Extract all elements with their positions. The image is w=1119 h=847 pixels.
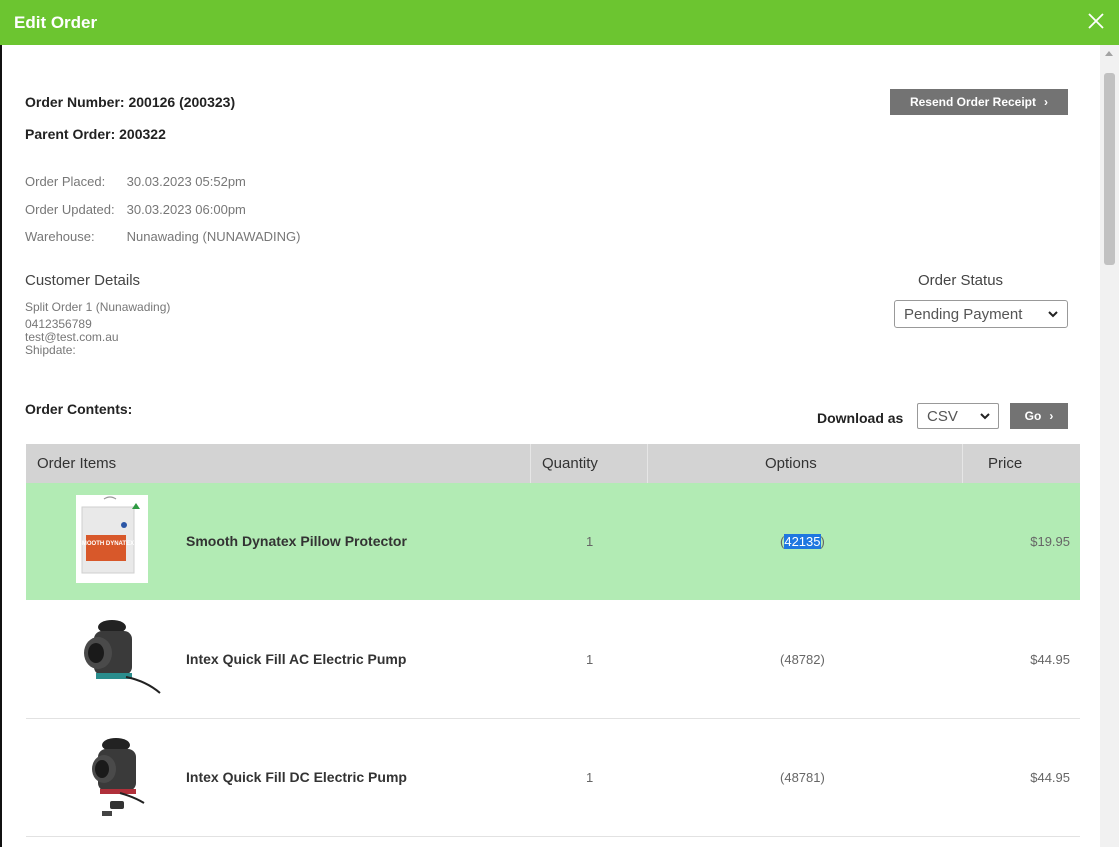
col-divider xyxy=(962,444,963,483)
resend-receipt-button[interactable]: Resend Order Receipt › xyxy=(890,89,1068,115)
product-options: (48782) xyxy=(780,601,825,718)
option-close: ) xyxy=(820,770,825,785)
order-placed-label: Order Placed: xyxy=(25,174,106,189)
customer-shipdate: Shipdate: xyxy=(25,343,76,357)
option-code: 48781 xyxy=(784,770,821,785)
modal-body: Order Number: 200126 (200323) Parent Ord… xyxy=(0,45,1100,847)
product-name: Smooth Dynatex Pillow Protector xyxy=(186,533,407,549)
chevron-right-icon: › xyxy=(1044,95,1049,109)
order-status-title: Order Status xyxy=(918,272,1004,289)
order-contents-title: Order Contents: xyxy=(25,401,133,417)
col-options: Options xyxy=(765,455,817,472)
product-options: (42135) xyxy=(780,483,825,600)
customer-email: test@test.com.au xyxy=(25,330,119,344)
table-row[interactable]: Intex Quick Fill AC Electric Pump 1 (487… xyxy=(26,601,1080,719)
order-placed-row: Order Placed: 30.03.2023 05:52pm xyxy=(25,174,246,189)
warehouse-row: Warehouse: Nunawading (NUNAWADING) xyxy=(25,229,300,244)
product-packaging-text: SMOOTH DYNATEX xyxy=(78,541,134,547)
table-row[interactable]: SMOOTH DYNATEX Smooth Dynatex Pillow Pro… xyxy=(26,483,1080,600)
warehouse-value: Nunawading (NUNAWADING) xyxy=(126,229,301,244)
option-close: ) xyxy=(820,652,825,667)
order-status-value: Pending Payment xyxy=(904,305,1023,323)
chevron-down-icon xyxy=(1048,309,1058,322)
warehouse-label: Warehouse: xyxy=(25,229,95,244)
download-as-label: Download as xyxy=(817,410,904,426)
option-close: ) xyxy=(820,534,825,549)
parent-order: Parent Order: 200322 xyxy=(25,126,166,142)
order-updated-label: Order Updated: xyxy=(25,202,115,217)
product-image xyxy=(76,731,148,819)
close-icon[interactable] xyxy=(1081,6,1111,36)
download-format-value: CSV xyxy=(927,407,958,425)
modal-title: Edit Order xyxy=(14,13,98,32)
product-price: $19.95 xyxy=(1030,534,1070,549)
order-updated-row: Order Updated: 30.03.2023 06:00pm xyxy=(25,202,246,217)
customer-details-title: Customer Details xyxy=(25,272,141,289)
order-placed-value: 30.03.2023 05:52pm xyxy=(126,174,246,189)
product-image: SMOOTH DYNATEX xyxy=(76,495,148,583)
option-code: 42135 xyxy=(784,534,821,549)
vertical-scrollbar[interactable] xyxy=(1100,45,1119,847)
product-price: $44.95 xyxy=(1030,652,1070,667)
order-number: Order Number: 200126 (200323) xyxy=(25,94,236,110)
option-code: 48782 xyxy=(784,652,821,667)
col-price: Price xyxy=(988,455,1023,472)
customer-name: Split Order 1 (Nunawading) xyxy=(25,300,171,314)
col-divider xyxy=(647,444,648,483)
product-quantity: 1 xyxy=(586,770,594,785)
chevron-down-icon xyxy=(980,411,990,424)
col-divider xyxy=(530,444,531,483)
order-updated-value: 30.03.2023 06:00pm xyxy=(126,202,246,217)
modal-header: Edit Order xyxy=(0,0,1119,45)
scroll-up-icon[interactable] xyxy=(1105,51,1113,56)
go-button[interactable]: Go › xyxy=(1010,403,1068,429)
product-quantity: 1 xyxy=(586,534,594,549)
table-row[interactable]: Intex Quick Fill DC Electric Pump 1 (487… xyxy=(26,719,1080,837)
col-order-items: Order Items xyxy=(37,455,117,472)
product-options: (48781) xyxy=(780,719,825,836)
scrollbar-thumb[interactable] xyxy=(1104,73,1115,265)
product-image xyxy=(76,613,161,701)
go-label: Go xyxy=(1024,409,1042,423)
col-quantity: Quantity xyxy=(542,455,598,472)
resend-receipt-label: Resend Order Receipt xyxy=(909,95,1037,109)
product-price: $44.95 xyxy=(1030,770,1070,785)
order-status-select[interactable]: Pending Payment xyxy=(894,300,1068,328)
table-header: Order Items Quantity Options Price xyxy=(26,444,1080,483)
product-name: Intex Quick Fill DC Electric Pump xyxy=(186,769,407,785)
product-quantity: 1 xyxy=(586,652,594,667)
chevron-right-icon: › xyxy=(1049,409,1054,423)
product-name: Intex Quick Fill AC Electric Pump xyxy=(186,651,407,667)
customer-phone: 0412356789 xyxy=(25,317,92,331)
download-format-select[interactable]: CSV xyxy=(917,403,999,429)
